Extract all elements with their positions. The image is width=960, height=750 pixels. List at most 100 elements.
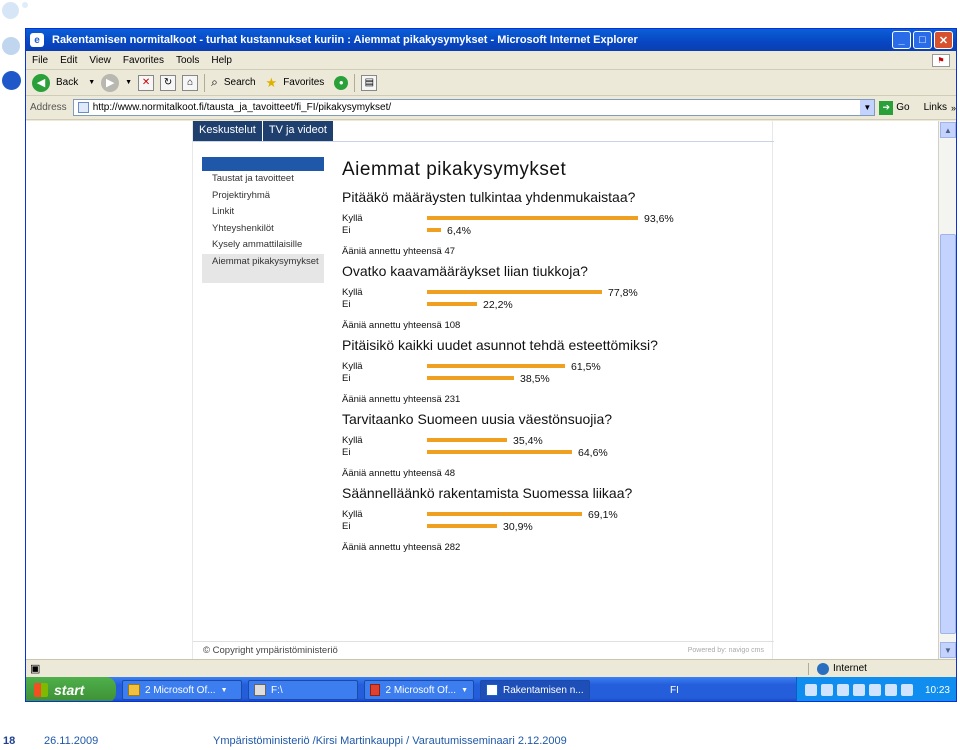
- taskbar-item-drive[interactable]: F:\: [248, 680, 358, 700]
- security-zone: Internet: [808, 662, 938, 675]
- slide: e Rakentamisen normitalkoot - turhat kus…: [0, 0, 960, 750]
- menu-favorites[interactable]: Favorites: [123, 55, 164, 66]
- chevron-down-icon: ▼: [220, 686, 228, 694]
- poll-row-no: Ei 22,2%: [342, 299, 772, 311]
- poll-percentage: 38,5%: [520, 373, 550, 385]
- home-icon[interactable]: ⌂: [182, 74, 199, 91]
- tray-icon[interactable]: [884, 684, 897, 696]
- chevron-right-icon[interactable]: »: [951, 103, 956, 113]
- windows-logo-icon: [34, 683, 48, 697]
- go-button[interactable]: ➔ Go: [879, 100, 910, 115]
- page-icon: [77, 102, 89, 113]
- sidenav-item-aiemmat[interactable]: Aiemmat pikakysymykset: [202, 253, 324, 284]
- tray-icon[interactable]: [852, 684, 865, 696]
- poll-question: Tarvitaanko Suomeen uusia väestönsuojia?: [342, 411, 613, 427]
- poll-row-yes: Kyllä 77,8%: [342, 287, 772, 299]
- poll-bar: [427, 438, 507, 442]
- decor-circle: [22, 2, 28, 8]
- browser-window: e Rakentamisen normitalkoot - turhat kus…: [25, 28, 957, 702]
- search-button[interactable]: Search: [224, 77, 256, 88]
- taskbar-item-pdf[interactable]: 2 Microsoft Of... ▼: [364, 680, 474, 700]
- poll-percentage: 64,6%: [578, 447, 608, 459]
- sidenav-item-kysely[interactable]: Kysely ammattilaisille: [202, 237, 324, 254]
- internet-explorer-icon: [486, 684, 498, 696]
- poll-option-label: Kyllä: [342, 213, 363, 224]
- links-button[interactable]: Links: [924, 102, 947, 113]
- side-navigation: Taustat ja tavoitteet Projektiryhmä Link…: [202, 157, 324, 284]
- scroll-up-icon[interactable]: ▲: [940, 122, 956, 138]
- scroll-down-icon[interactable]: ▼: [940, 642, 956, 658]
- sidenav-item-yhteyshenkilot[interactable]: Yhteyshenkilöt: [202, 220, 324, 237]
- favorites-button[interactable]: Favorites: [283, 77, 324, 88]
- poll-row-no: Ei 30,9%: [342, 521, 772, 533]
- back-button[interactable]: Back: [56, 77, 78, 88]
- maximize-button[interactable]: □: [913, 31, 932, 49]
- language-indicator[interactable]: FI: [670, 685, 679, 696]
- menu-view[interactable]: View: [89, 55, 111, 66]
- minimize-button[interactable]: _: [892, 31, 911, 49]
- refresh-icon[interactable]: ↻: [160, 74, 177, 91]
- clock[interactable]: 10:23: [925, 685, 950, 696]
- poll-percentage: 30,9%: [503, 521, 533, 533]
- top-navigation: Keskustelut TV ja videot: [193, 121, 334, 141]
- poll-option-label: Ei: [342, 447, 351, 458]
- topnav-tv-ja-videot[interactable]: TV ja videot: [263, 121, 334, 141]
- start-button[interactable]: start: [26, 677, 116, 701]
- back-icon[interactable]: ◀: [32, 73, 50, 92]
- tray-icon[interactable]: [900, 684, 913, 696]
- copyright-text: © Copyright ympäristöministeriö: [203, 645, 338, 656]
- scroll-thumb[interactable]: [940, 234, 956, 634]
- poll-percentage: 93,6%: [644, 213, 674, 225]
- poll-list: Pitääkö määräysten tulkintaa yhdenmukais…: [342, 189, 772, 559]
- folder-icon: [128, 684, 140, 696]
- status-bar: ▣ Internet: [26, 659, 956, 677]
- topnav-keskustelut[interactable]: Keskustelut: [193, 121, 263, 141]
- menu-edit[interactable]: Edit: [60, 55, 77, 66]
- poll-total: Ääniä annettu yhteensä 48: [342, 468, 456, 479]
- tray-icon[interactable]: [836, 684, 849, 696]
- address-input[interactable]: http://www.normitalkoot.fi/tausta_ja_tav…: [72, 99, 876, 116]
- decor-circle: [2, 2, 19, 19]
- poll-percentage: 77,8%: [608, 287, 638, 299]
- poll-total: Ääniä annettu yhteensä 231: [342, 394, 461, 405]
- print-icon[interactable]: ▤: [361, 74, 378, 91]
- page-heading: Aiemmat pikakysymykset: [342, 159, 567, 180]
- close-button[interactable]: ✕: [934, 31, 953, 49]
- powered-by-text[interactable]: Powered by: navigo cms: [688, 647, 764, 654]
- sidenav-item-linkit[interactable]: Linkit: [202, 204, 324, 221]
- main-content: Aiemmat pikakysymykset Pitääkö määräyste…: [342, 159, 772, 559]
- taskbar-item-ie[interactable]: Rakentamisen n...: [480, 680, 590, 700]
- poll-question: Pitääkö määräysten tulkintaa yhdenmukais…: [342, 189, 636, 205]
- back-dropdown-icon[interactable]: ▼: [88, 79, 95, 86]
- search-icon[interactable]: ⌕: [211, 75, 218, 90]
- menu-file[interactable]: File: [32, 55, 48, 66]
- tray-icon[interactable]: [804, 684, 817, 696]
- tray-icon[interactable]: [868, 684, 881, 696]
- poll-option-label: Kyllä: [342, 287, 363, 298]
- web-page: Keskustelut TV ja videot Taustat ja tavo…: [192, 121, 774, 659]
- poll-row-yes: Kyllä 35,4%: [342, 435, 772, 447]
- sidenav-item-projektiryhma[interactable]: Projektiryhmä: [202, 187, 324, 204]
- task-label: 2 Microsoft Of...: [385, 684, 457, 696]
- sidenav-item-taustat[interactable]: Taustat ja tavoitteet: [202, 171, 324, 188]
- title-bar[interactable]: e Rakentamisen normitalkoot - turhat kus…: [26, 29, 956, 51]
- taskbar-item-word[interactable]: 2 Microsoft Of... ▼: [122, 680, 242, 700]
- media-icon[interactable]: ●: [334, 75, 349, 90]
- slide-footer-text: Ympäristöministeriö /Kirsi Martinkauppi …: [213, 735, 567, 747]
- forward-dropdown-icon[interactable]: ▼: [125, 79, 132, 86]
- window-title: Rakentamisen normitalkoot - turhat kusta…: [52, 34, 638, 46]
- tray-icon[interactable]: [820, 684, 833, 696]
- drive-icon: [254, 684, 266, 696]
- menu-help[interactable]: Help: [211, 55, 232, 66]
- favorites-star-icon[interactable]: ★: [266, 75, 278, 91]
- zone-label: Internet: [833, 663, 867, 674]
- menu-tools[interactable]: Tools: [176, 55, 199, 66]
- forward-icon[interactable]: ▶: [101, 73, 120, 92]
- task-label: F:\: [271, 684, 283, 696]
- go-label: Go: [896, 102, 910, 113]
- poll-row-yes: Kyllä 93,6%: [342, 213, 772, 225]
- address-dropdown-icon[interactable]: ▼: [860, 100, 875, 115]
- vertical-scrollbar[interactable]: ▲ ▼: [938, 121, 956, 659]
- poll-bar: [427, 228, 441, 232]
- stop-icon[interactable]: ✕: [138, 74, 155, 91]
